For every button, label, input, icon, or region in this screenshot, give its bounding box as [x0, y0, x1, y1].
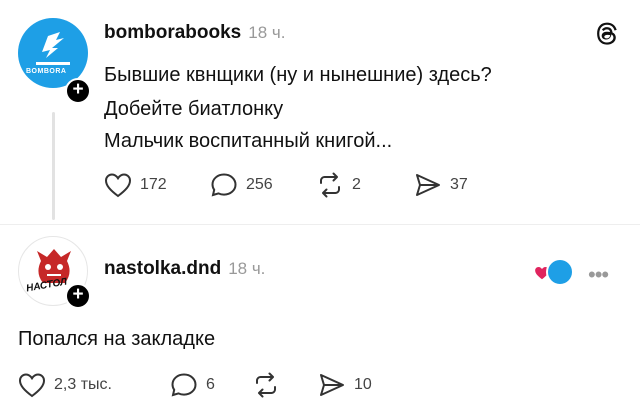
- share-count: 37: [450, 176, 468, 193]
- username[interactable]: bomborabooks: [104, 22, 241, 44]
- share-count: 10: [354, 376, 372, 393]
- share-button[interactable]: 10: [318, 372, 372, 398]
- comment-bubble-icon: [211, 173, 237, 197]
- repost-icon: [320, 172, 340, 198]
- post-text-line: Добейте биатлонку: [104, 98, 284, 120]
- thread-line: [52, 112, 55, 220]
- threads-logo-icon[interactable]: [594, 20, 620, 46]
- heart-icon: [18, 373, 46, 398]
- repost-icon: [256, 372, 276, 398]
- divider: [0, 224, 640, 225]
- send-icon: [320, 374, 344, 396]
- comment-bubble-icon: [171, 373, 197, 397]
- author-avatar-mini: [546, 258, 574, 286]
- comment-count: 6: [206, 376, 215, 393]
- post-header: nastolka.dnd 18 ч.: [104, 258, 265, 280]
- follow-plus-icon[interactable]: +: [65, 78, 91, 104]
- post-text-line: Мальчик воспитанный книгой...: [104, 130, 393, 152]
- like-count: 172: [140, 176, 167, 193]
- comment-button[interactable]: 6: [170, 372, 215, 398]
- like-button[interactable]: 172: [104, 172, 167, 198]
- send-icon: [416, 174, 440, 196]
- post-text: Попался на закладке: [18, 328, 216, 350]
- avatar-caption: BOMBORA: [26, 68, 67, 75]
- like-button[interactable]: 2,3 тыс.: [18, 372, 112, 398]
- like-count: 2,3 тыс.: [54, 376, 112, 393]
- comment-button[interactable]: 256: [210, 172, 273, 198]
- heart-icon: [104, 173, 132, 198]
- repost-count: 2: [352, 176, 361, 193]
- follow-plus-icon[interactable]: +: [65, 283, 91, 309]
- more-dots-icon[interactable]: •••: [588, 262, 609, 288]
- timestamp: 18 ч.: [248, 23, 286, 42]
- repost-button[interactable]: [252, 372, 288, 398]
- liked-by-author-badge[interactable]: [534, 258, 580, 286]
- post-text-line: Бывшие квнщики (ну и нынешние) здесь?: [104, 64, 492, 86]
- share-button[interactable]: 37: [414, 172, 468, 198]
- timestamp: 18 ч.: [228, 259, 266, 278]
- username[interactable]: nastolka.dnd: [104, 258, 221, 280]
- post-header: bomborabooks 18 ч.: [104, 22, 285, 44]
- repost-button[interactable]: 2: [316, 172, 361, 198]
- comment-count: 256: [246, 176, 273, 193]
